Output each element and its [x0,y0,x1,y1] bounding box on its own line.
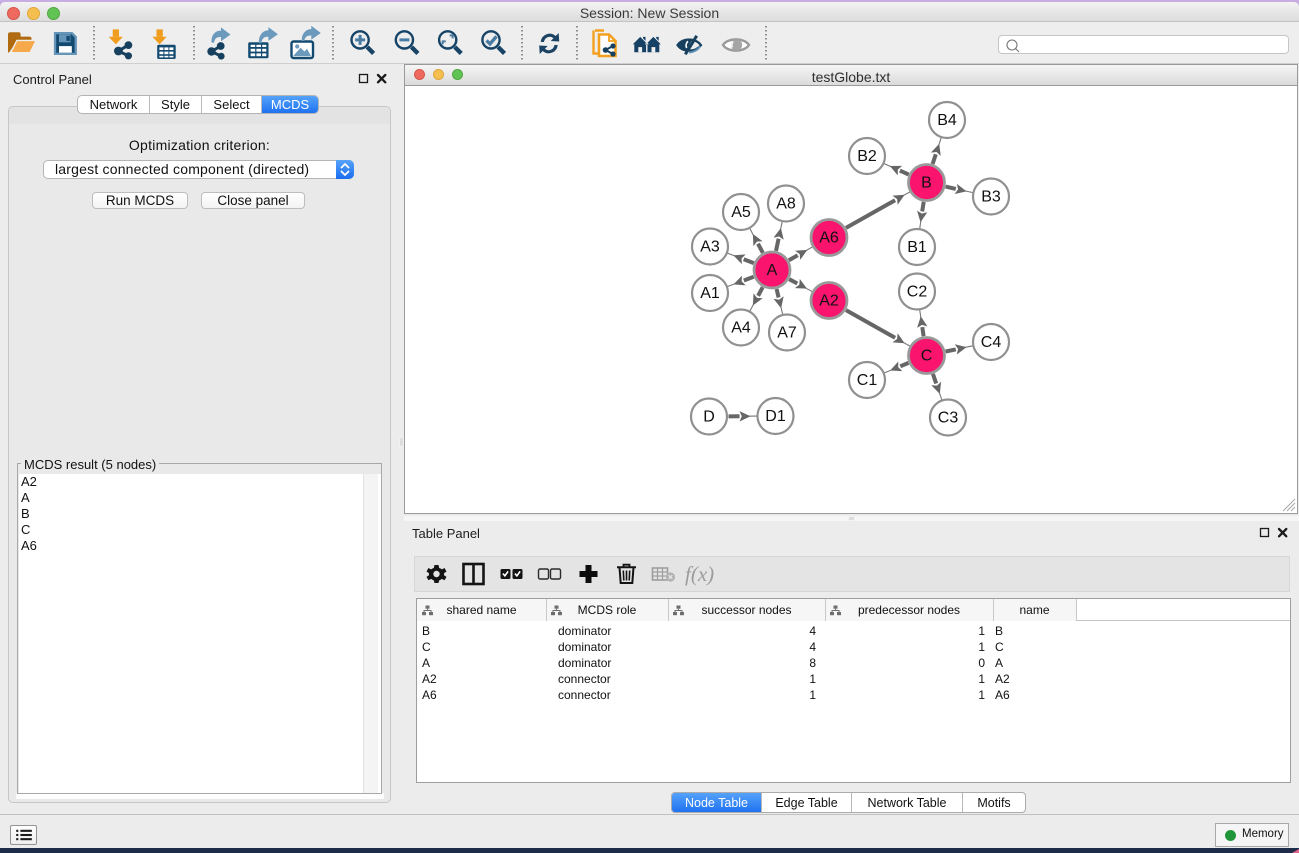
svg-text:A8: A8 [776,196,796,213]
svg-text:A6: A6 [819,230,839,247]
svg-text:B2: B2 [857,148,877,165]
svg-text:B: B [921,175,932,192]
svg-text:D1: D1 [765,408,786,425]
svg-text:A4: A4 [731,320,751,337]
svg-text:B4: B4 [937,112,957,129]
svg-text:A2: A2 [819,293,839,310]
svg-text:A3: A3 [700,239,720,256]
svg-text:B3: B3 [981,189,1001,206]
svg-text:C2: C2 [907,284,928,301]
svg-text:C4: C4 [981,334,1002,351]
svg-text:B1: B1 [907,239,927,256]
svg-text:A7: A7 [777,325,797,342]
svg-text:C3: C3 [938,410,959,427]
svg-text:A1: A1 [700,285,720,302]
svg-text:C: C [921,348,933,365]
svg-text:f(x): f(x) [685,562,714,586]
svg-text:D: D [703,409,715,426]
svg-text:C1: C1 [857,372,878,389]
svg-text:A5: A5 [731,204,751,221]
svg-text:A: A [767,262,778,279]
